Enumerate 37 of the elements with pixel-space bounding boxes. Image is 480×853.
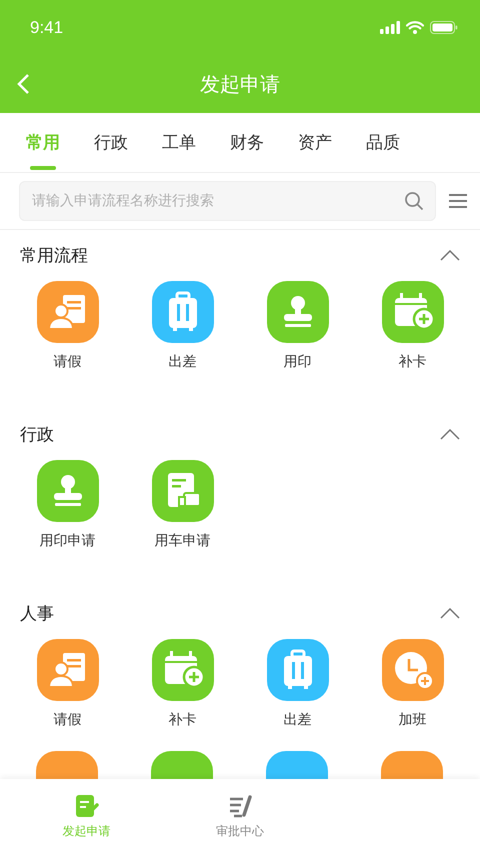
collapse-button[interactable] <box>438 248 462 263</box>
category-tab[interactable]: 品质 <box>352 113 414 172</box>
process-item[interactable]: 用印申请 <box>10 460 125 550</box>
section-title: 人事 <box>20 603 54 625</box>
edit-note-icon <box>74 792 100 818</box>
tab-indicator <box>30 166 56 170</box>
chevron-up-icon <box>440 429 460 440</box>
menu-icon <box>448 193 468 209</box>
process-item[interactable]: 用车申请 <box>125 460 240 550</box>
category-tab[interactable]: 工单 <box>148 113 210 172</box>
process-item[interactable]: 加班 <box>355 639 470 729</box>
bottom-tab[interactable]: 审批中心 <box>163 779 317 853</box>
category-tab[interactable]: 行政 <box>80 113 142 172</box>
battery-icon <box>430 21 458 34</box>
wifi-icon <box>406 21 424 34</box>
process-item[interactable]: 请假 <box>10 639 125 729</box>
process-item[interactable]: 补卡 <box>355 281 470 371</box>
search-field[interactable]: 请输入申请流程名称进行搜索 <box>19 181 436 221</box>
category-tab[interactable]: 财务 <box>216 113 278 172</box>
chevron-up-icon <box>440 250 460 261</box>
process-item[interactable]: 出差 <box>125 281 240 371</box>
section-title: 常用流程 <box>20 245 88 267</box>
process-item[interactable]: 补卡 <box>125 639 240 729</box>
search-icon <box>404 191 424 211</box>
section-title: 行政 <box>20 424 54 446</box>
page-title: 发起申请 <box>200 70 280 98</box>
process-item[interactable]: 请假 <box>10 281 125 371</box>
process-item[interactable]: 出差 <box>240 639 355 729</box>
collapse-button[interactable] <box>438 606 462 621</box>
process-item[interactable]: 用印 <box>240 281 355 371</box>
collapse-button[interactable] <box>438 427 462 442</box>
back-icon <box>16 73 30 95</box>
chevron-up-icon <box>440 608 460 619</box>
signal-icon <box>380 21 400 34</box>
status-time: 9:41 <box>30 18 64 38</box>
category-tab[interactable]: 资产 <box>284 113 346 172</box>
menu-button[interactable] <box>446 191 470 211</box>
